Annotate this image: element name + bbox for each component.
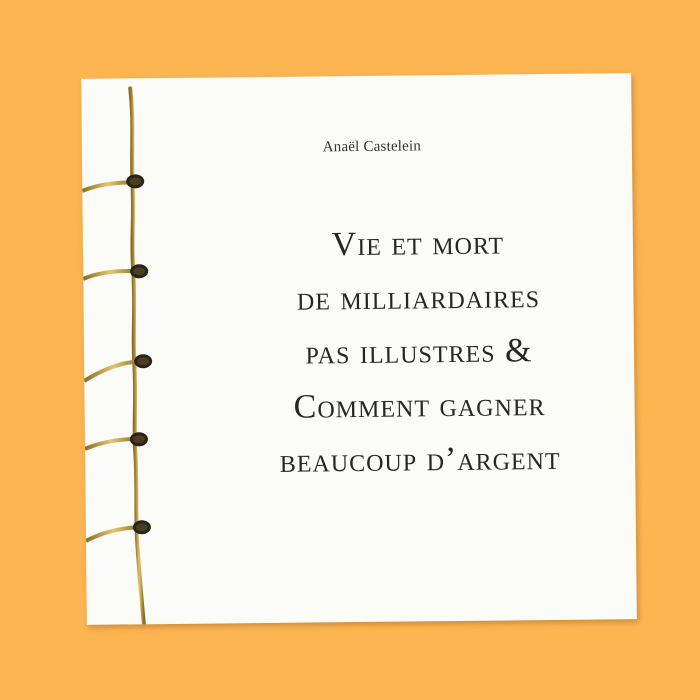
- binding-stitch: [81, 174, 145, 193]
- binding-stitch: [83, 354, 153, 383]
- book-title: Vie et mort de milliardaires pas illustr…: [183, 215, 656, 490]
- binding-stitch: [82, 264, 149, 281]
- title-line: beaucoup d’argent: [279, 439, 561, 480]
- binding-stitch: [84, 432, 148, 451]
- binding-stitch: [85, 520, 151, 543]
- title-line: Vie et mort: [331, 224, 505, 264]
- title-line: Comment gagner: [293, 386, 546, 426]
- title-line: de milliardaires: [296, 278, 541, 318]
- photo-scene: Anaël Castelein Vie et mort de milliarda…: [0, 0, 700, 700]
- title-line: pas illustres &: [305, 332, 533, 372]
- booklet-cover: Anaël Castelein Vie et mort de milliarda…: [81, 73, 637, 625]
